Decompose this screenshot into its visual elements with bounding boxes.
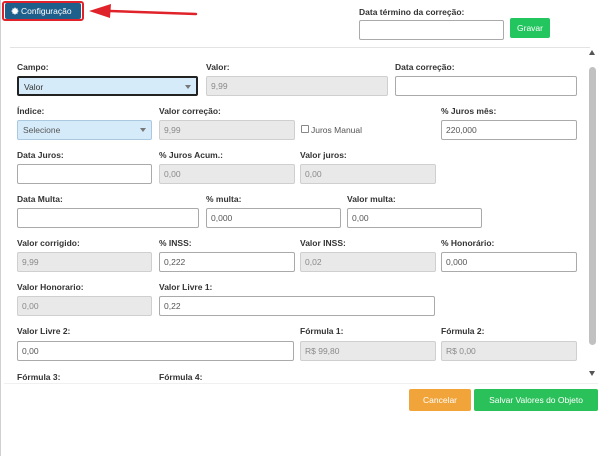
config-button[interactable]: Configuração: [5, 3, 81, 19]
data-juros-label: Data Juros:: [17, 150, 64, 160]
gravar-button[interactable]: Gravar: [510, 18, 550, 38]
juros-acum-field[interactable]: 0,00: [159, 164, 295, 184]
formula3-label: Fórmula 3:: [17, 372, 61, 382]
footer-divider: [4, 383, 598, 384]
juros-mes-input[interactable]: 220,000: [441, 120, 577, 140]
valor-label: Valor:: [206, 62, 230, 72]
indice-label: Índice:: [17, 106, 45, 116]
pct-inss-input[interactable]: 0,222: [159, 252, 295, 272]
formula2-field[interactable]: R$ 0,00: [441, 341, 577, 361]
data-multa-input[interactable]: [17, 208, 199, 228]
campo-select[interactable]: Valor: [17, 76, 198, 96]
formula2-label: Fórmula 2:: [441, 326, 485, 336]
save-button[interactable]: Salvar Valores do Objeto: [474, 389, 598, 411]
valor-multa-label: Valor multa:: [347, 194, 396, 204]
config-button-label: Configuração: [21, 6, 72, 16]
juros-manual-checkbox[interactable]: [301, 125, 309, 133]
formula1-label: Fórmula 1:: [300, 326, 344, 336]
panel-divider: [10, 47, 590, 48]
valor-juros-field[interactable]: 0,00: [300, 164, 436, 184]
indice-select[interactable]: Selecione: [17, 120, 152, 140]
valor-corrigido-label: Valor corrigido:: [17, 238, 80, 248]
juros-manual-label: Juros Manual: [311, 125, 363, 135]
valor-juros-label: Valor juros:: [300, 150, 347, 160]
red-arrow-icon: [89, 4, 198, 18]
chevron-down-icon: [185, 85, 191, 89]
juros-acum-label: % Juros Acum.:: [159, 150, 223, 160]
valor-honorario-field[interactable]: 0,00: [17, 296, 152, 316]
valor-livre1-input[interactable]: 0,22: [159, 296, 435, 316]
data-termino-input[interactable]: [359, 20, 504, 40]
valor-field[interactable]: 9,99: [206, 76, 388, 96]
indice-value: Selecione: [23, 125, 61, 135]
data-correcao-input[interactable]: [395, 76, 577, 96]
data-correcao-label: Data correção:: [395, 62, 455, 72]
data-juros-input[interactable]: [17, 164, 152, 184]
data-termino-label: Data término da correção:: [359, 7, 465, 17]
valor-livre2-input[interactable]: 0,00: [17, 341, 294, 361]
valor-livre2-label: Valor Livre 2:: [17, 326, 71, 336]
formula1-field[interactable]: R$ 99,80: [300, 341, 436, 361]
valor-correcao-field[interactable]: 9,99: [159, 120, 295, 140]
scroll-up-icon[interactable]: [589, 50, 595, 55]
chevron-down-icon: [140, 128, 146, 132]
valor-inss-label: Valor INSS:: [300, 238, 346, 248]
valor-correcao-label: Valor correção:: [159, 106, 221, 116]
valor-honorario-label: Valor Honorario:: [17, 282, 84, 292]
pct-multa-label: % multa:: [206, 194, 242, 204]
campo-value: Valor: [24, 82, 44, 92]
pct-honorario-label: % Honorário:: [441, 238, 495, 248]
pct-inss-label: % INSS:: [159, 238, 192, 248]
campo-label: Campo:: [17, 62, 49, 72]
scrollbar-thumb[interactable]: [589, 67, 596, 345]
cancel-button[interactable]: Cancelar: [409, 389, 471, 411]
pct-multa-input[interactable]: 0,000: [206, 208, 341, 228]
pct-honorario-input[interactable]: 0,000: [441, 252, 577, 272]
valor-multa-input[interactable]: 0,00: [347, 208, 482, 228]
gear-icon: [11, 4, 19, 20]
valor-inss-field[interactable]: 0,02: [300, 252, 436, 272]
valor-corrigido-field[interactable]: 9,99: [17, 252, 152, 272]
vertical-scrollbar[interactable]: [588, 50, 597, 378]
window-edge: [0, 0, 1, 456]
valor-livre1-label: Valor Livre 1:: [159, 282, 213, 292]
juros-mes-label: % Juros mês:: [441, 106, 497, 116]
data-multa-label: Data Multa:: [17, 194, 63, 204]
formula4-label: Fórmula 4:: [159, 372, 203, 382]
scroll-down-icon[interactable]: [589, 371, 595, 376]
